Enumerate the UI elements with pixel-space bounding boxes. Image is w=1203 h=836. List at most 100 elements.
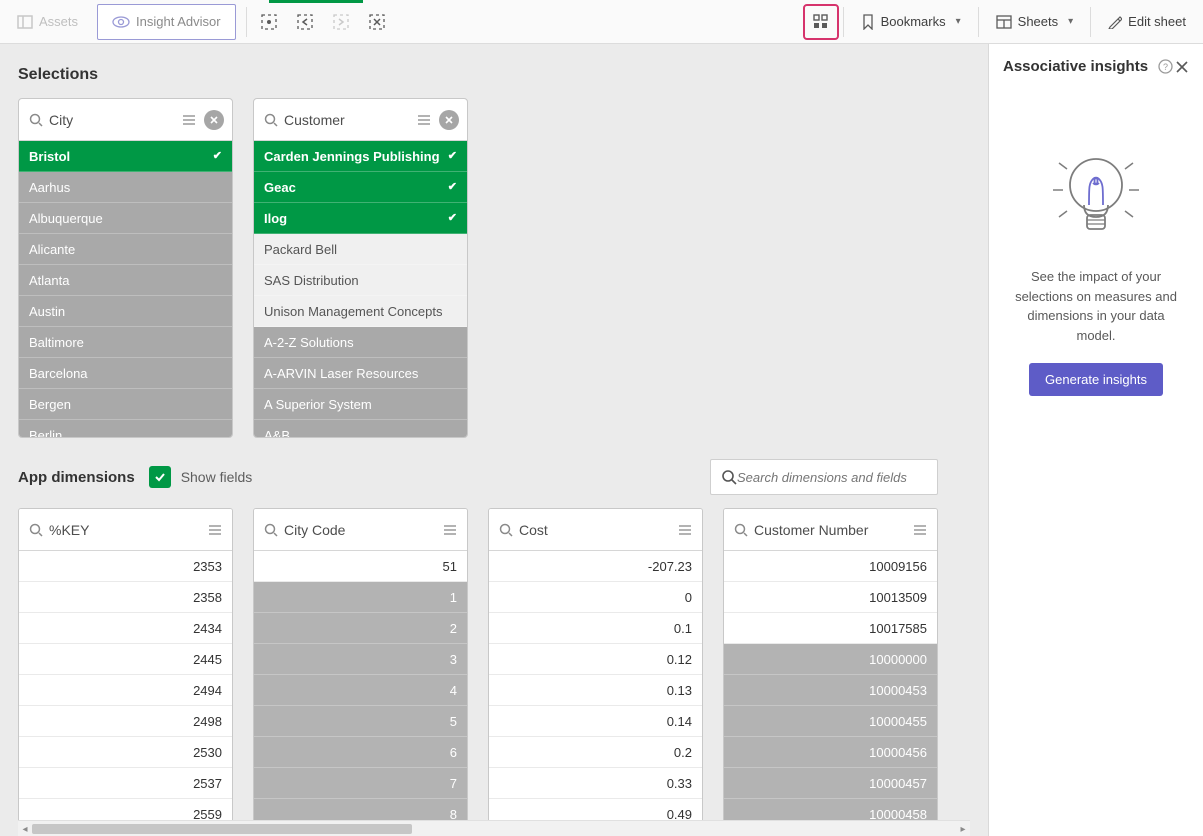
list-view-icon[interactable] [443,523,457,537]
divider [843,7,844,37]
dimension-value[interactable]: 0.12 [489,644,702,675]
item-label: Albuquerque [29,203,103,234]
dimension-search-input[interactable] [737,470,927,485]
list-view-icon[interactable] [678,523,692,537]
dimension-value[interactable]: 51 [254,551,467,582]
clear-selection-button[interactable] [204,110,224,130]
assets-button[interactable]: Assets [4,4,91,40]
search-icon[interactable] [734,523,748,537]
listbox-item[interactable]: Baltimore [19,327,232,358]
listbox-item[interactable]: Berlin [19,420,232,437]
horizontal-scrollbar[interactable]: ◂ ▸ [18,820,970,836]
search-icon[interactable] [264,523,278,537]
dimension-value[interactable]: 5 [254,706,467,737]
check-icon: ✔ [448,141,457,172]
help-icon[interactable]: ? [1158,59,1173,74]
item-label: Austin [29,296,65,327]
dimension-value[interactable]: 0.33 [489,768,702,799]
list-view-icon[interactable] [208,523,222,537]
listbox-item[interactable]: Geac✔ [254,172,467,203]
list-view-icon[interactable] [417,113,431,127]
listbox-item[interactable]: Carden Jennings Publishing✔ [254,141,467,172]
dimension-value[interactable]: 0 [489,582,702,613]
edit-sheet-button[interactable]: Edit sheet [1095,4,1199,40]
dimension-value[interactable]: 2445 [19,644,232,675]
listbox-item[interactable]: Albuquerque [19,203,232,234]
insights-description: See the impact of your selections on mea… [1003,267,1189,345]
listbox-item[interactable]: Ilog ✔ [254,203,467,234]
generate-insights-button[interactable]: Generate insights [1029,363,1163,396]
item-label: Bristol [29,141,70,172]
listbox-item[interactable]: Packard Bell [254,234,467,265]
dimension-value[interactable]: 2434 [19,613,232,644]
item-label: Baltimore [29,327,84,358]
dimension-value[interactable]: 4 [254,675,467,706]
check-icon: ✔ [448,203,457,234]
search-icon[interactable] [499,523,513,537]
dimension-value[interactable]: 10000455 [724,706,937,737]
listbox-item[interactable]: A&B [254,420,467,437]
dimension-value[interactable]: 2537 [19,768,232,799]
dimension-value[interactable]: 0.14 [489,706,702,737]
selections-tool-button[interactable] [803,4,839,40]
step-back-button[interactable] [287,4,323,40]
clear-selection-button[interactable] [439,110,459,130]
dimension-value[interactable]: 10000456 [724,737,937,768]
item-label: A&B [264,420,290,438]
listbox-item[interactable]: Alicante [19,234,232,265]
dimension-value[interactable]: 2530 [19,737,232,768]
search-icon[interactable] [29,523,43,537]
dimension-value[interactable]: 2 [254,613,467,644]
dimension-listbox: Cost -207.2300.10.120.130.140.20.330.49 [488,508,703,831]
show-fields-checkbox[interactable] [149,466,171,488]
insights-title: Associative insights [1003,58,1148,75]
dimension-value[interactable]: 2358 [19,582,232,613]
list-view-icon[interactable] [913,523,927,537]
dimension-value[interactable]: 3 [254,644,467,675]
close-panel-button[interactable] [1175,60,1189,74]
listbox-item[interactable]: SAS Distribution [254,265,467,296]
dimension-value[interactable]: 10013509 [724,582,937,613]
listbox-item[interactable]: A-2-Z Solutions [254,327,467,358]
dimension-value[interactable]: 0.1 [489,613,702,644]
dimension-value[interactable]: 10017585 [724,613,937,644]
dimension-search-box[interactable] [710,459,938,495]
sheets-button[interactable]: Sheets ▾ [983,4,1087,40]
dimension-value[interactable]: 0.2 [489,737,702,768]
scroll-thumb[interactable] [32,824,412,834]
listbox-item[interactable]: Atlanta [19,265,232,296]
dimension-value[interactable]: 10009156 [724,551,937,582]
search-icon[interactable] [29,113,43,127]
edit-sheet-label: Edit sheet [1128,14,1186,29]
dimension-value[interactable]: 1 [254,582,467,613]
dimension-value[interactable]: 0.13 [489,675,702,706]
item-label: Ilog [264,203,287,234]
dimension-value[interactable]: 10000000 [724,644,937,675]
scroll-right-arrow[interactable]: ▸ [956,821,970,836]
dimension-value[interactable]: 2498 [19,706,232,737]
dimension-value[interactable]: 6 [254,737,467,768]
dimension-value[interactable]: 2494 [19,675,232,706]
listbox-item[interactable]: Bergen [19,389,232,420]
listbox-item[interactable]: Barcelona [19,358,232,389]
smart-search-button[interactable] [251,4,287,40]
listbox-item[interactable]: Unison Management Concepts [254,296,467,327]
dimension-value[interactable]: 10000457 [724,768,937,799]
clear-selections-button[interactable] [359,4,395,40]
step-forward-button[interactable] [323,4,359,40]
dimension-value[interactable]: 2353 [19,551,232,582]
scroll-left-arrow[interactable]: ◂ [18,821,32,836]
insight-advisor-button[interactable]: Insight Advisor [97,4,236,40]
listbox-item[interactable]: Bristol✔ [19,141,232,172]
dimension-value[interactable]: 7 [254,768,467,799]
listbox-item[interactable]: A-ARVIN Laser Resources [254,358,467,389]
listbox-item[interactable]: Austin [19,296,232,327]
listbox-item[interactable]: Aarhus [19,172,232,203]
listbox-item[interactable]: A Superior System [254,389,467,420]
search-icon[interactable] [264,113,278,127]
dimension-value[interactable]: -207.23 [489,551,702,582]
bookmarks-button[interactable]: Bookmarks ▾ [848,4,974,40]
dimension-value[interactable]: 10000453 [724,675,937,706]
list-view-icon[interactable] [182,113,196,127]
listbox-header: City [19,99,232,141]
